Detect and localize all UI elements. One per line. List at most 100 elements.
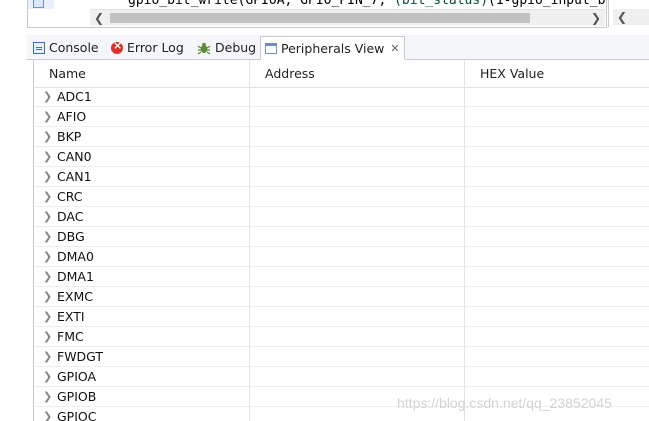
peripherals-view-icon [265, 42, 277, 54]
chevron-right-icon[interactable]: ❯ [43, 171, 53, 183]
table-row[interactable]: ❯ FWDGT [34, 347, 649, 367]
table-row[interactable]: ❯ AFIO [34, 107, 649, 127]
name-cell: ❯ DMA0 [34, 247, 250, 267]
table-row[interactable]: ❯ BKP [34, 127, 649, 147]
chevron-right-icon[interactable]: ❯ [43, 191, 53, 203]
name-cell: ❯ FWDGT [34, 347, 250, 367]
chevron-right-icon[interactable]: ❯ [587, 10, 605, 26]
name-cell: ❯ FMC [34, 327, 250, 347]
peripheral-name: GPIOB [57, 389, 97, 404]
chevron-right-icon[interactable]: ❯ [43, 371, 53, 383]
hex-value-cell [465, 187, 649, 207]
address-cell [250, 167, 465, 187]
hex-value-cell [465, 167, 649, 187]
address-cell [250, 107, 465, 127]
chevron-right-icon[interactable]: ❯ [43, 251, 53, 263]
chevron-right-icon[interactable]: ❯ [43, 271, 53, 283]
table-row[interactable]: ❯ EXMC [34, 287, 649, 307]
chevron-left-icon[interactable]: ❮ [90, 10, 108, 26]
hex-value-cell [465, 87, 649, 107]
peripheral-name: CAN1 [57, 169, 92, 184]
name-cell: ❯ EXTI [34, 307, 250, 327]
code-token: gpio_bit_write(GPIOA, GPIO_PIN_7, [128, 0, 395, 8]
code-line[interactable]: gpio_bit_write(GPIOA, GPIO_PIN_7, (bit_s… [128, 0, 606, 8]
tab-console[interactable]: Console [33, 37, 99, 58]
address-cell [250, 127, 465, 147]
editor-area: gpio_bit_write(GPIOA, GPIO_PIN_7, (bit_s… [0, 0, 649, 32]
peripheral-name: EXMC [57, 289, 93, 304]
chevron-right-icon[interactable]: ❯ [43, 131, 53, 143]
table-header: Name Address HEX Value [34, 60, 649, 88]
column-header-name[interactable]: Name [34, 60, 250, 87]
tab-peripherals-view-label: Peripherals View [281, 40, 385, 56]
table-row[interactable]: ❯ ADC1 [34, 87, 649, 107]
outline-pane: ❮ [608, 0, 649, 27]
hex-value-cell [465, 287, 649, 307]
chevron-right-icon[interactable]: ❯ [43, 391, 53, 403]
code-token: (bit_status) [394, 0, 489, 8]
editor-horizontal-scrollbar[interactable]: ❮ ❯ [90, 9, 605, 26]
peripheral-name: EXTI [57, 309, 85, 324]
peripheral-name: FWDGT [57, 349, 104, 364]
hex-value-cell [465, 307, 649, 327]
chevron-left-icon[interactable]: ❮ [613, 9, 631, 25]
chevron-right-icon[interactable]: ❯ [43, 151, 53, 163]
hex-value-cell [465, 107, 649, 127]
address-cell [250, 307, 465, 327]
address-cell [250, 207, 465, 227]
chevron-right-icon[interactable]: ❯ [43, 211, 53, 223]
table-body: ❯ ADC1 ❯ AFIO ❯ BKP ❯ CAN0 ❯ CAN1 ❯ CRC ❯ DAC ❯ DBG ❯ DMA… [34, 87, 649, 421]
address-cell [250, 247, 465, 267]
table-row[interactable]: ❯ FMC [34, 327, 649, 347]
table-row[interactable]: ❯ DBG [34, 227, 649, 247]
chevron-right-icon[interactable]: ❯ [43, 91, 53, 103]
table-row[interactable]: ❯ DMA0 [34, 247, 649, 267]
peripheral-name: DMA0 [57, 249, 94, 264]
table-row[interactable]: ❯ CAN0 [34, 147, 649, 167]
tab-debug-label: Debug [215, 40, 257, 55]
chevron-right-icon[interactable]: ❯ [43, 351, 53, 363]
watermark: https://blog.csdn.net/qq_23852045 [397, 395, 612, 411]
table-row[interactable]: ❯ CAN1 [34, 167, 649, 187]
table-row[interactable]: ❯ CRC [34, 187, 649, 207]
chevron-right-icon[interactable]: ❯ [43, 311, 53, 323]
peripheral-name: CAN0 [57, 149, 92, 164]
table-row[interactable]: ❯ DAC [34, 207, 649, 227]
table-row[interactable]: ❯ DMA1 [34, 267, 649, 287]
name-cell: ❯ DAC [34, 207, 250, 227]
peripheral-name: FMC [57, 329, 84, 344]
name-cell: ❯ GPIOC [34, 407, 250, 421]
code-editor[interactable]: gpio_bit_write(GPIOA, GPIO_PIN_7, (bit_s… [27, 0, 607, 28]
view-tab-bar: Console Error Log Debug Peripherals View… [27, 35, 649, 60]
name-cell: ❯ CAN0 [34, 147, 250, 167]
chevron-right-icon[interactable]: ❯ [43, 291, 53, 303]
chevron-right-icon[interactable]: ❯ [43, 231, 53, 243]
table-row[interactable]: ❯ GPIOA [34, 367, 649, 387]
tab-peripherals-view[interactable]: Peripherals View ✕ [260, 36, 405, 60]
hex-value-cell [465, 147, 649, 167]
chevron-right-icon[interactable]: ❯ [43, 411, 53, 421]
peripheral-name: CRC [57, 189, 83, 204]
chevron-right-icon[interactable]: ❯ [43, 331, 53, 343]
tab-error-log[interactable]: Error Log [111, 37, 184, 58]
close-icon[interactable]: ✕ [390, 42, 399, 55]
table-row[interactable]: ❯ EXTI [34, 307, 649, 327]
hex-value-cell [465, 367, 649, 387]
peripheral-name: BKP [57, 129, 82, 144]
hex-value-cell [465, 267, 649, 287]
column-header-address[interactable]: Address [250, 60, 465, 87]
debug-bug-icon [197, 41, 211, 55]
peripheral-name: GPIOC [57, 409, 97, 421]
hex-value-cell [465, 127, 649, 147]
peripheral-name: DMA1 [57, 269, 94, 284]
name-cell: ❯ BKP [34, 127, 250, 147]
tab-debug[interactable]: Debug [197, 37, 256, 58]
outline-horizontal-scrollbar[interactable]: ❮ [613, 9, 649, 25]
peripheral-name: AFIO [57, 109, 87, 124]
chevron-right-icon[interactable]: ❯ [43, 111, 53, 123]
tab-console-label: Console [49, 40, 99, 55]
scrollbar-thumb[interactable] [110, 13, 530, 23]
address-cell [250, 87, 465, 107]
column-header-hex-value[interactable]: HEX Value [465, 60, 649, 87]
address-cell [250, 367, 465, 387]
